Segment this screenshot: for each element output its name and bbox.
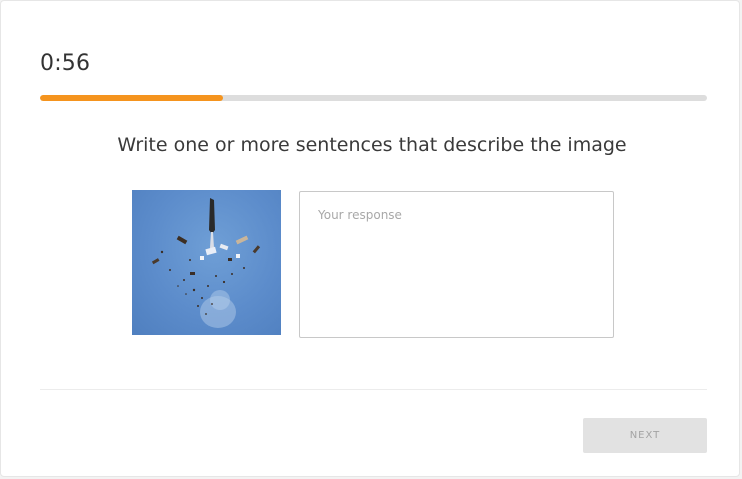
countdown-timer: 0:56 xyxy=(40,51,91,76)
response-textarea[interactable] xyxy=(299,191,614,338)
progress-bar-fill xyxy=(40,95,224,101)
question-prompt: Write one or more sentences that describ… xyxy=(117,134,627,156)
next-button[interactable]: NEXT xyxy=(583,418,707,453)
question-card: 0:56 Write one or more sentences that de… xyxy=(0,0,740,477)
question-image xyxy=(132,190,281,335)
explosion-debris-graphic xyxy=(151,198,261,328)
progress-bar xyxy=(40,95,707,101)
footer-divider xyxy=(40,389,707,390)
